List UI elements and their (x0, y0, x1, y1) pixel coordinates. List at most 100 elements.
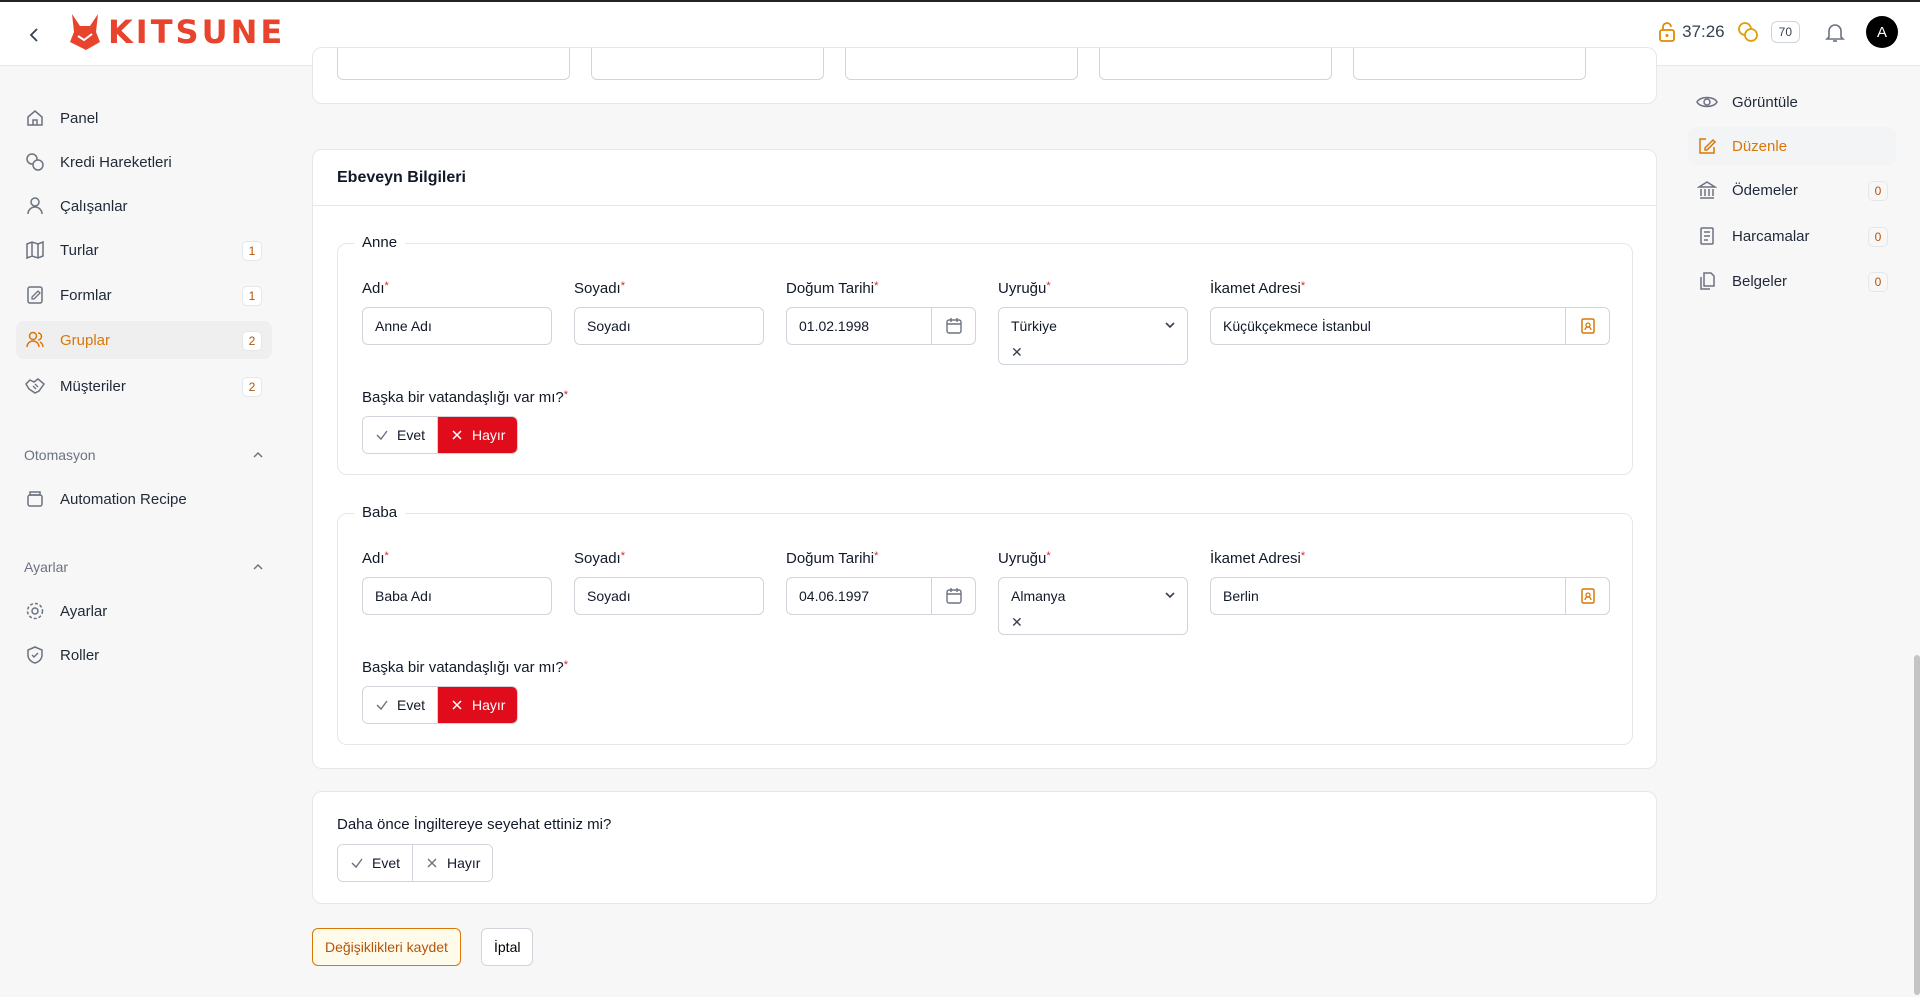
father-nationality-select[interactable]: Almanya ✕ (998, 577, 1188, 635)
calendar-button[interactable] (931, 578, 975, 614)
sidebar-item-ayarlar[interactable]: Ayarlar (16, 592, 272, 630)
no-option[interactable]: Hayır (412, 845, 493, 881)
calendar-icon (945, 318, 962, 334)
receipt-icon (1696, 225, 1718, 247)
sidebar-item-calisanlar[interactable]: Çalışanlar (16, 187, 272, 225)
input-value: Soyadı (587, 588, 631, 604)
count-badge: 1 (242, 286, 262, 306)
sidebar-item-kredi-hareketleri[interactable]: Kredi Hareketleri (16, 143, 272, 181)
count-badge: 1 (242, 241, 262, 261)
sidebar-item-label: Müşteriler (60, 377, 126, 395)
nationality-label: Uyruğu* (998, 280, 1051, 297)
home-icon (24, 107, 46, 129)
mother-dual-citizenship-toggle[interactable]: Evet Hayır (362, 416, 519, 454)
no-option[interactable]: Hayır (437, 417, 518, 453)
coins-icon (24, 151, 46, 173)
chevron-down-icon (1165, 592, 1175, 599)
sidebar-item-formlar[interactable]: Formlar 1 (16, 276, 272, 314)
avatar[interactable]: A (1866, 16, 1898, 48)
nav-edit[interactable]: Düzenle (1688, 127, 1896, 165)
sidebar-item-automation-recipe[interactable]: Automation Recipe (16, 480, 272, 518)
coins-icon[interactable] (1737, 21, 1759, 43)
option-label: Hayır (472, 427, 506, 443)
sidebar-item-panel[interactable]: Panel (16, 99, 272, 137)
timer-text: 37:26 (1682, 22, 1725, 41)
check-icon (376, 700, 388, 711)
mother-address-input[interactable]: Küçükçekmece İstanbul (1210, 307, 1610, 345)
mother-birth-date-input[interactable]: 01.02.1998 (786, 307, 976, 345)
nav-label: Belgeler (1732, 272, 1788, 290)
session-timer: 37:26 (1658, 22, 1725, 42)
yes-option[interactable]: Evet (363, 417, 438, 453)
address-book-button[interactable] (1565, 578, 1609, 614)
sidebar-item-label: Panel (60, 109, 99, 127)
x-icon (427, 858, 437, 868)
mother-fieldset: Anne Adı* Anne Adı Soyadı* Soyadı Doğum … (337, 234, 1633, 475)
father-address-input[interactable]: Berlin (1210, 577, 1610, 615)
box-icon (24, 488, 46, 510)
map-icon (24, 239, 46, 261)
address-book-icon (1580, 318, 1595, 334)
user-icon (24, 195, 46, 217)
no-option[interactable]: Hayır (437, 687, 518, 723)
section-otomasyon[interactable]: Otomasyon (24, 447, 264, 463)
address-book-button[interactable] (1565, 308, 1609, 344)
father-birth-date-input[interactable]: 04.06.1997 (786, 577, 976, 615)
calendar-button[interactable] (931, 308, 975, 344)
credit-count-badge: 70 (1770, 21, 1800, 43)
cancel-button[interactable]: İptal (481, 928, 534, 966)
first-name-label: Adı* (362, 280, 389, 297)
eye-icon (1696, 91, 1718, 113)
check-icon (376, 430, 388, 441)
brand-name: KITSUNE (108, 13, 286, 51)
chevron-up-icon (253, 563, 263, 570)
nav-view[interactable]: Görüntüle (1688, 83, 1896, 121)
input-value: 04.06.1997 (799, 588, 870, 604)
sidebar-item-roller[interactable]: Roller (16, 636, 272, 674)
sidebar-item-musteriler[interactable]: Müşteriler 2 (16, 367, 272, 405)
nav-expenses[interactable]: Harcamalar 0 (1688, 217, 1896, 255)
sidebar-item-gruplar[interactable]: Gruplar 2 (16, 321, 272, 359)
handshake-icon (24, 375, 46, 397)
form-icon (24, 284, 46, 306)
scrolled-input[interactable] (845, 48, 1078, 80)
mother-first-name-input[interactable]: Anne Adı (362, 307, 552, 345)
yes-option[interactable]: Evet (338, 845, 413, 881)
scrolled-input[interactable] (1353, 48, 1586, 80)
mother-legend: Anne (354, 234, 406, 251)
scrollbar[interactable] (1914, 655, 1920, 995)
sidebar: Panel Kredi Hareketleri Çalışanlar Turla… (0, 67, 290, 997)
scrolled-input[interactable] (591, 48, 824, 80)
sidebar-item-turlar[interactable]: Turlar 1 (16, 231, 272, 269)
sidebar-item-label: Gruplar (60, 331, 111, 349)
nav-label: Görüntüle (1732, 93, 1798, 111)
nav-label: Düzenle (1732, 137, 1788, 155)
yes-option[interactable]: Evet (363, 687, 438, 723)
section-ayarlar[interactable]: Ayarlar (24, 559, 264, 575)
scrolled-input[interactable] (1099, 48, 1332, 80)
clear-icon[interactable]: ✕ (1011, 344, 1023, 361)
uk-travel-toggle[interactable]: Evet Hayır (337, 844, 494, 882)
option-label: Hayır (447, 855, 481, 871)
father-legend: Baba (354, 504, 406, 521)
clear-icon[interactable]: ✕ (1011, 614, 1023, 631)
mother-last-name-input[interactable]: Soyadı (574, 307, 764, 345)
save-changes-button[interactable]: Değişiklikleri kaydet (312, 928, 461, 966)
mother-nationality-select[interactable]: Türkiye ✕ (998, 307, 1188, 365)
input-value: Berlin (1223, 588, 1259, 604)
count-badge: 0 (1868, 181, 1888, 201)
back-button[interactable] (22, 22, 48, 48)
father-dual-citizenship-toggle[interactable]: Evet Hayır (362, 686, 519, 724)
bell-icon[interactable] (1824, 21, 1846, 43)
nav-documents[interactable]: Belgeler 0 (1688, 262, 1896, 300)
father-last-name-input[interactable]: Soyadı (574, 577, 764, 615)
nationality-label: Uyruğu* (998, 550, 1051, 567)
select-value: Türkiye (1011, 318, 1057, 334)
users-icon (24, 329, 46, 351)
count-badge: 0 (1868, 227, 1888, 247)
father-first-name-input[interactable]: Baba Adı (362, 577, 552, 615)
scrolled-input[interactable] (337, 48, 570, 80)
nav-payments[interactable]: Ödemeler 0 (1688, 171, 1896, 209)
logo[interactable]: KITSUNE (66, 12, 285, 52)
edit-icon (1696, 135, 1718, 157)
